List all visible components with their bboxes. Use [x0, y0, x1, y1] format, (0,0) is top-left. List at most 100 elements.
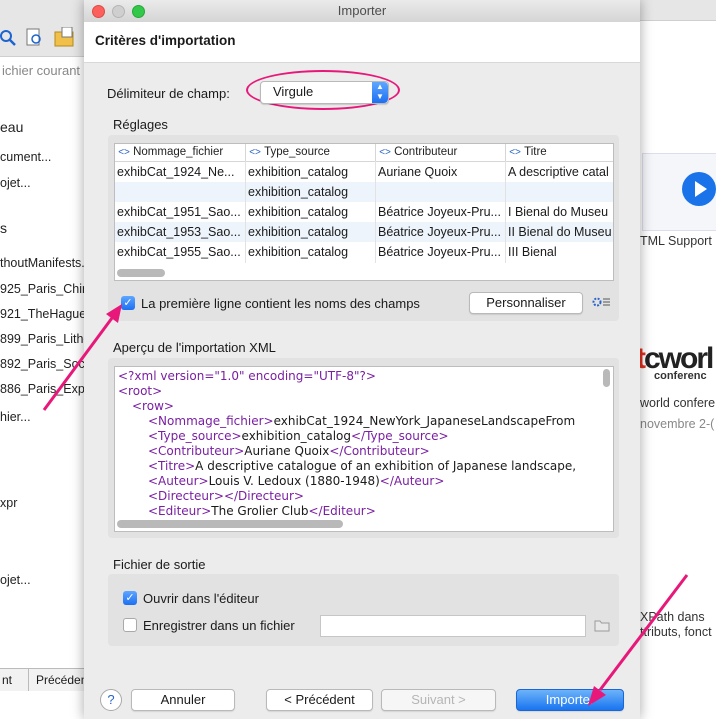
bg-item: cument...: [0, 150, 52, 164]
table-cell: Béatrice Joyeux-Pru...: [378, 205, 501, 219]
xml-vertical-scrollbar[interactable]: [603, 369, 610, 387]
xml-tag: </Editeur>: [308, 504, 376, 518]
table-row[interactable]: exhibCat_1924_Ne... exhibition_catalog A…: [115, 162, 613, 182]
settings-label: Réglages: [113, 117, 168, 132]
table-row[interactable]: exhibCat_1951_Sao... exhibition_catalog …: [115, 202, 613, 222]
window-title: Importer: [337, 3, 387, 18]
bg-item: ojet...: [0, 573, 31, 587]
settings-menu-icon[interactable]: [592, 296, 612, 308]
xml-line: <row>: [132, 399, 174, 414]
xml-text: exhibCat_1924_NewYork_JapaneseLandscapeF…: [273, 414, 576, 428]
table-row[interactable]: exhibCat_1955_Sao... exhibition_catalog …: [115, 242, 613, 262]
previous-button[interactable]: < Précédent: [266, 689, 373, 711]
column-header[interactable]: <> Nommage_fichier: [115, 144, 246, 161]
xml-preview-pane[interactable]: <?xml version="1.0" encoding="UTF-8"?> <r…: [114, 366, 614, 532]
table-cell: exhibition_catalog: [248, 165, 349, 179]
open-in-editor-checkbox[interactable]: ✓: [123, 591, 137, 605]
column-header[interactable]: <> Type_source: [246, 144, 376, 161]
preview-table[interactable]: <> Nommage_fichier <> Type_source <> Con…: [114, 143, 614, 281]
column-type-icon: <>: [249, 147, 261, 158]
table-row[interactable]: exhibition_catalog: [115, 182, 613, 202]
close-window-button[interactable]: [92, 5, 105, 18]
background-search-field: ichier courant: [2, 63, 81, 78]
table-cell: exhibCat_1955_Sao...: [117, 245, 241, 259]
xml-line: <?xml version="1.0" encoding="UTF-8"?>: [118, 369, 376, 384]
bg-item: hier...: [0, 410, 31, 424]
import-dialog: Importer Critères d'importation Délimite…: [84, 0, 640, 719]
bg-item: 921_TheHague_: [0, 307, 87, 321]
delimiter-value: Virgule: [273, 84, 314, 99]
table-cell: [376, 182, 505, 202]
import-button[interactable]: Importer: [516, 689, 624, 711]
xml-tag: <Contributeur>: [148, 444, 245, 458]
xml-text: Auriane Quoix: [244, 444, 330, 458]
bg-tab: Précédent: [36, 673, 87, 687]
column-header[interactable]: <> Contributeur: [376, 144, 506, 161]
help-button[interactable]: ?: [100, 689, 122, 711]
xml-tag: <row>: [132, 399, 174, 413]
table-cell: exhibCat_1924_Ne...: [117, 165, 235, 179]
xml-tag: <Editeur>: [148, 504, 212, 518]
xml-tag: <Titre>: [148, 459, 196, 473]
dialog-heading: Critères d'importation: [95, 33, 236, 48]
xml-preview-label: Aperçu de l'importation XML: [113, 340, 276, 355]
table-cell: Béatrice Joyeux-Pru...: [378, 225, 501, 239]
xml-tag: <Directeur></Directeur>: [148, 489, 304, 503]
delimiter-select[interactable]: Virgule ▲ ▼: [260, 81, 389, 104]
cancel-button[interactable]: Annuler: [131, 689, 235, 711]
xml-text: Louis V. Ledoux (1880-1948): [208, 474, 380, 488]
background-toolbar: [0, 0, 86, 57]
output-file-input[interactable]: [320, 615, 586, 637]
bg-text: ttributs, fonct: [640, 625, 712, 639]
select-arrows-icon: ▲ ▼: [372, 82, 388, 103]
column-divider: [375, 161, 376, 263]
xml-line: <Nommage_fichier>exhibCat_1924_NewYork_J…: [148, 414, 575, 429]
bg-tab: nt: [2, 673, 13, 687]
bg-item: 886_Paris_Expo: [0, 382, 87, 396]
xml-line: <Editeur>The Grolier Club</Editeur>: [148, 504, 376, 519]
window-titlebar: Importer: [84, 0, 640, 23]
column-type-icon: <>: [509, 147, 521, 158]
save-to-file-checkbox[interactable]: [123, 618, 137, 632]
bg-item: s: [0, 220, 7, 236]
column-header[interactable]: <> Titre: [506, 144, 613, 161]
xml-tag: <Nommage_fichier>: [148, 414, 274, 428]
customize-button[interactable]: Personnaliser: [469, 292, 583, 314]
column-type-icon: <>: [379, 147, 391, 158]
bg-item: 899_Paris_Litho: [0, 332, 87, 346]
bg-text: world confere: [640, 396, 716, 410]
next-button[interactable]: Suivant >: [381, 689, 496, 711]
minimize-window-button[interactable]: [112, 5, 125, 18]
save-to-file-label: Enregistrer dans un fichier: [143, 618, 295, 633]
toolbar-icons: [0, 27, 74, 47]
xml-tag: <?xml version="1.0" encoding="UTF-8"?>: [118, 369, 376, 383]
table-cell: [506, 182, 613, 202]
table-cell: A descriptive catal: [508, 165, 609, 179]
xml-tag: <Auteur>: [148, 474, 209, 488]
bg-text: XPath dans: [640, 610, 705, 624]
bg-item: 925_Paris_Chine: [0, 282, 87, 296]
tab-divider: [28, 669, 29, 691]
xml-tag: </Type_source>: [350, 429, 449, 443]
table-cell: Auriane Quoix: [378, 165, 458, 179]
xml-line: <root>: [118, 384, 162, 399]
bg-item: thoutManifests...: [0, 256, 87, 270]
xml-line: <Titre>A descriptive catalogue of an exh…: [148, 459, 576, 474]
table-row[interactable]: exhibCat_1953_Sao... exhibition_catalog …: [115, 222, 613, 242]
folder-icon[interactable]: [594, 618, 610, 632]
xml-line: <Contributeur>Auriane Quoix</Contributeu…: [148, 444, 430, 459]
first-row-header-checkbox[interactable]: ✓: [121, 296, 135, 310]
column-divider: [245, 161, 246, 263]
delimiter-label: Délimiteur de champ:: [107, 86, 230, 101]
xml-tag: <Type_source>: [148, 429, 242, 443]
table-cell: exhibition_catalog: [248, 185, 349, 199]
xml-horizontal-scrollbar[interactable]: [117, 520, 343, 528]
zoom-window-button[interactable]: [132, 5, 145, 18]
xml-tag: <root>: [118, 384, 163, 398]
first-row-header-label: La première ligne contient les noms des …: [141, 296, 420, 311]
table-cell: [115, 182, 245, 202]
open-in-editor-label: Ouvrir dans l'éditeur: [143, 591, 259, 606]
xml-line: <Directeur></Directeur>: [148, 489, 304, 504]
table-horizontal-scrollbar[interactable]: [117, 269, 165, 277]
column-type-icon: <>: [118, 147, 130, 158]
